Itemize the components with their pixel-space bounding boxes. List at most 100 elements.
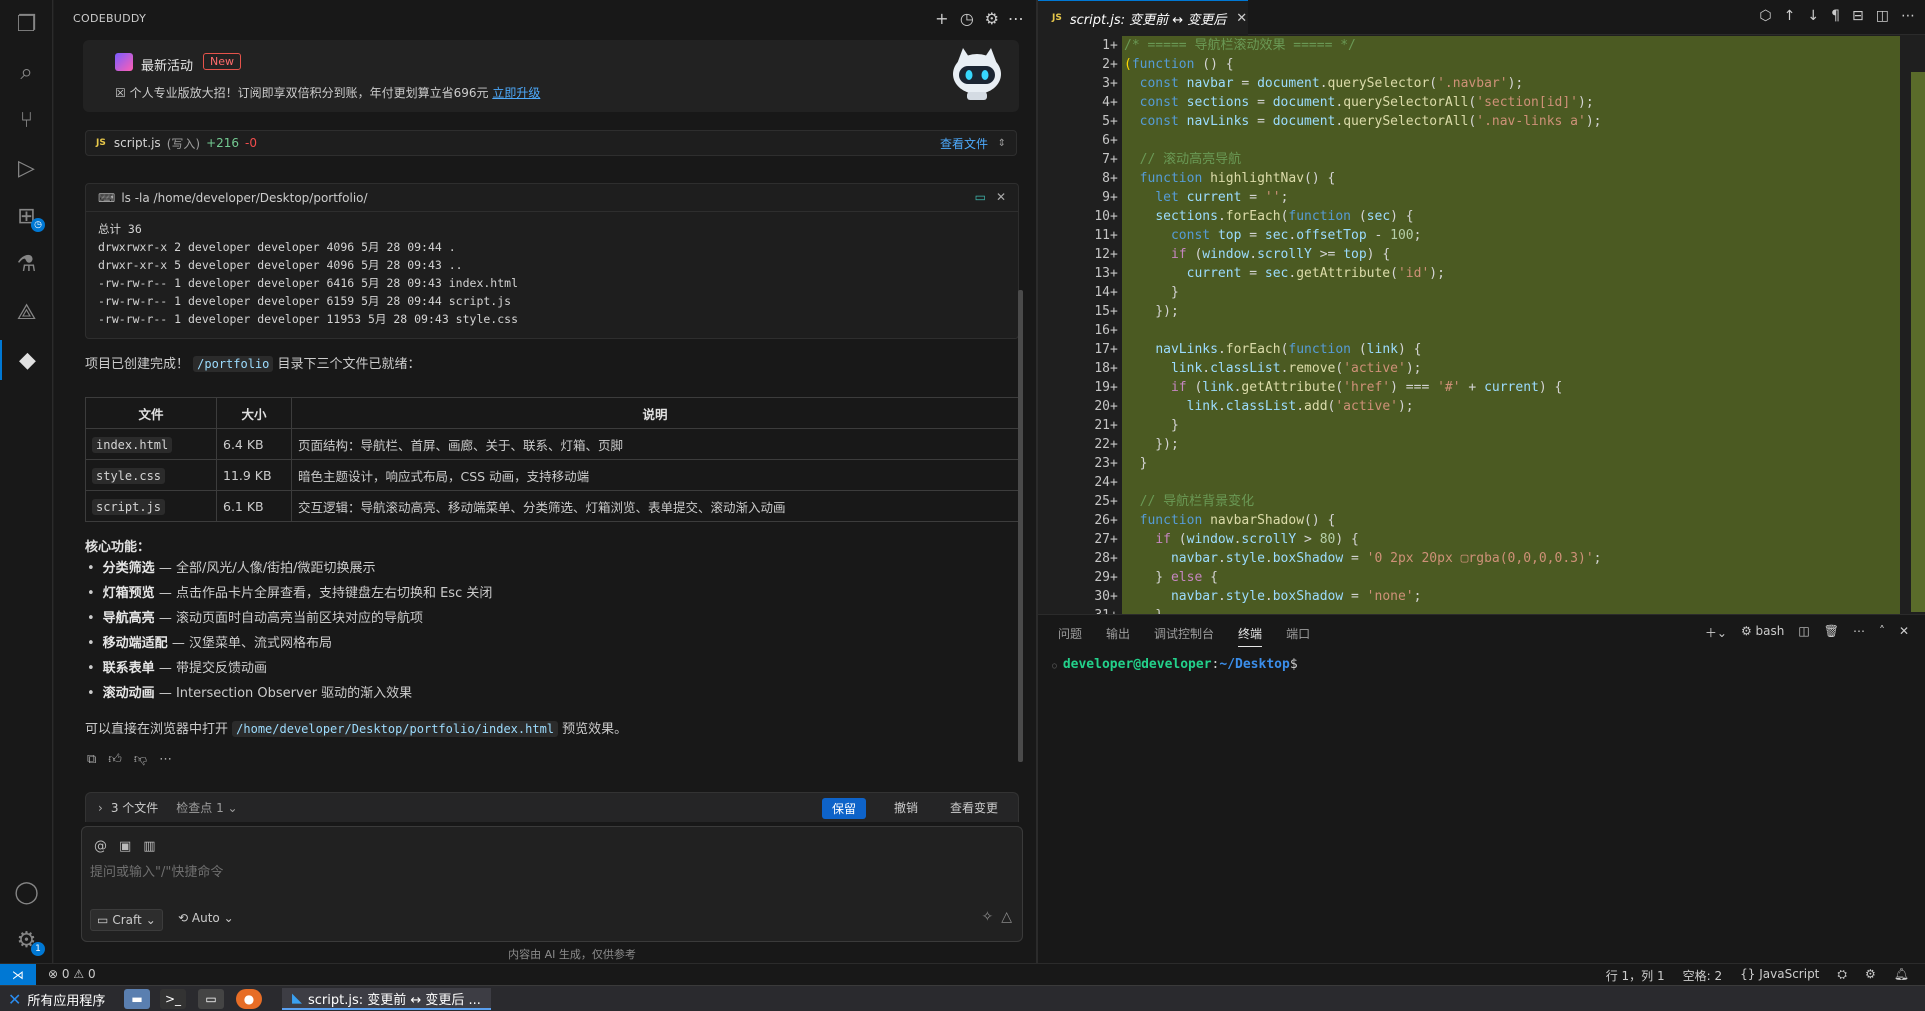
code-area[interactable]: 1+/* ===== 导航栏滚动效果 ===== */ 2+ (function … <box>1038 36 1925 614</box>
thumbs-down-icon[interactable]: 👎︎ <box>134 752 147 767</box>
trash-icon[interactable]: 🗑︎ <box>1824 624 1839 641</box>
history-icon[interactable]: ◷ <box>957 8 977 28</box>
language-mode[interactable]: {} JavaScript <box>1740 967 1819 984</box>
account-icon[interactable]: ◯ <box>0 872 53 912</box>
new-terminal-icon[interactable]: ＋⌄ <box>1705 624 1727 641</box>
terminal-line: 总计 36 <box>98 222 142 236</box>
maximize-panel-icon[interactable]: ˄ <box>1879 624 1885 641</box>
mode-selector[interactable]: ▭ Craft ⌄ <box>90 909 163 931</box>
send-icon[interactable]: △ <box>1001 909 1012 925</box>
message-text: 预览效果。 <box>562 722 628 737</box>
view-changes-button[interactable]: 查看变更 <box>950 799 998 816</box>
tab-debug-console[interactable]: 调试控制台 <box>1154 625 1214 647</box>
more-icon[interactable]: ⋯ <box>1853 624 1865 641</box>
checkpoint-dropdown[interactable]: 检查点 1 ⌄ <box>176 799 237 816</box>
list-item: 移动端适配 — 汉堡菜单、流式网格布局 <box>85 631 492 656</box>
run-debug-icon[interactable]: ▷ <box>0 148 53 188</box>
taskbar-window-vscode[interactable]: ◣ script.js: 变更前 ↔ 变更后 ... <box>282 988 491 1010</box>
notifications-icon[interactable]: 🔔︎ <box>1894 967 1909 984</box>
image-icon[interactable]: ▣ <box>119 839 131 854</box>
terminal-prompt[interactable]: ○ developer@developer:~/Desktop$ <box>1052 657 1298 672</box>
indentation[interactable]: 空格: 2 <box>1683 967 1723 984</box>
panel-header: CODEBUDDY + ◷ ⚙ ⋯ <box>54 0 1036 36</box>
assistant-message: 项目已创建完成！ /portfolio 目录下三个文件已就绪： <box>85 353 421 372</box>
arrow-down-icon[interactable]: ↓ <box>1807 8 1819 24</box>
terminal-shell-icon[interactable]: ⚙ bash <box>1741 624 1784 641</box>
tab-output[interactable]: 输出 <box>1106 625 1130 647</box>
changed-files-count[interactable]: 3 个文件 <box>111 799 158 816</box>
upgrade-link[interactable]: 立即升级 <box>492 86 540 100</box>
problems-indicator[interactable]: ⊗ 0 ⚠ 0 <box>48 967 96 981</box>
firefox-icon[interactable]: ● <box>236 989 262 1009</box>
file-manager-icon[interactable]: ▬ <box>124 989 150 1009</box>
tab-ports[interactable]: 端口 <box>1286 625 1310 647</box>
changes-bar: › 3 个文件 检查点 1 ⌄ 保留 撤销 查看变更 <box>85 792 1019 822</box>
extensions-icon[interactable]: ⊞ ◷ <box>0 196 53 236</box>
split-editor-icon[interactable]: ◫ <box>1876 8 1889 24</box>
settings-gear-icon[interactable]: ⚙ <box>982 8 1002 28</box>
terminal-output-block: ⌨ ls -la /home/developer/Desktop/portfol… <box>85 183 1019 339</box>
file-name-cell: style.css <box>92 467 166 484</box>
model-selector[interactable]: ⟲ Auto ⌄ <box>178 911 234 925</box>
terminal-line: -rw-rw-r-- 1 developer developer 6159 5月… <box>98 294 512 308</box>
chevron-right-icon[interactable]: › <box>98 801 103 815</box>
chat-input[interactable] <box>90 861 990 883</box>
more-icon[interactable]: ⋯ <box>1901 8 1915 24</box>
testing-icon[interactable]: ⚗ <box>0 244 53 284</box>
view-file-button[interactable]: 查看文件 <box>940 135 988 152</box>
remote-explorer-icon[interactable]: ⟁ <box>0 292 53 332</box>
mention-icon[interactable]: @ <box>94 839 107 854</box>
copilot-icon[interactable]: ⬡ <box>1759 8 1771 24</box>
copy-icon[interactable]: ⧉ <box>87 752 96 767</box>
terminal-line: drwxrwxr-x 2 developer developer 4096 5月… <box>98 240 456 254</box>
search-icon[interactable]: ⌕ <box>0 52 53 92</box>
scrollbar[interactable] <box>1018 290 1023 762</box>
close-panel-icon[interactable]: ✕ <box>1899 624 1909 641</box>
settings-status-icon[interactable]: ⚙ <box>1865 967 1876 984</box>
more-icon[interactable]: ⋯ <box>1006 8 1026 28</box>
enhance-icon[interactable]: ✧ <box>981 909 993 925</box>
split-terminal-icon[interactable]: ◫ <box>1798 624 1809 641</box>
table-header: 说明 <box>291 397 1019 429</box>
close-icon[interactable]: ✕ <box>1236 11 1247 26</box>
settings-icon[interactable]: ⚙ 1 <box>0 920 53 960</box>
folder-icon[interactable]: ▭ <box>198 989 224 1009</box>
tab-problems[interactable]: 问题 <box>1058 625 1082 647</box>
new-chat-icon[interactable]: + <box>932 8 952 28</box>
editor-scrollbar[interactable] <box>1911 72 1925 612</box>
start-menu[interactable]: ✕ 所有应用程序 <box>8 990 105 1009</box>
tab-script-diff[interactable]: JS script.js: 变更前 ↔ 变更后 ✕ <box>1038 0 1248 35</box>
codebuddy-logo-icon <box>115 53 133 71</box>
files-table: 文件 大小 说明 index.html 6.4 KB 页面结构：导航栏、首屏、画… <box>85 397 1019 522</box>
terminal-app-icon[interactable]: >_ <box>160 989 186 1009</box>
cursor-position[interactable]: 行 1，列 1 <box>1606 967 1665 984</box>
map-icon[interactable]: ⊟ <box>1852 8 1864 24</box>
lines-removed: -0 <box>245 136 257 150</box>
tab-label: script.js: 变更前 ↔ 变更后 <box>1069 12 1227 28</box>
table-row: script.js 6.1 KB 交互逻辑：导航滚动高亮、移动端菜单、分类筛选、… <box>85 490 1019 522</box>
code-lines: 1+/* ===== 导航栏滚动效果 ===== */ 2+ (function … <box>1094 38 1602 614</box>
source-control-icon[interactable]: ⑂ <box>0 100 53 140</box>
copilot-status-icon[interactable]: ⛭ <box>1837 967 1847 984</box>
open-terminal-icon[interactable]: ▭ <box>975 190 986 204</box>
tab-terminal[interactable]: 终端 <box>1238 625 1263 647</box>
desc-cell: 暗色主题设计，响应式布局，CSS 动画，支持移动端 <box>291 459 1019 491</box>
desc-cell: 页面结构：导航栏、首屏、画廊、关于、联系、灯箱、页脚 <box>291 428 1019 460</box>
input-tools: @ ▣ ▥ <box>94 839 156 854</box>
explorer-icon[interactable]: ❐ <box>0 4 53 44</box>
xfce-logo-icon: ✕ <box>8 990 22 1009</box>
arrow-up-icon[interactable]: ↑ <box>1784 8 1796 24</box>
chevron-updown-icon[interactable]: ⇕ <box>998 138 1006 149</box>
settings-badge: 1 <box>31 942 45 956</box>
thumbs-up-icon[interactable]: 👍︎ <box>108 752 122 767</box>
close-icon[interactable]: ✕ <box>996 190 1006 204</box>
more-icon[interactable]: ⋯ <box>159 752 172 767</box>
chevron-down-icon: ⌄ <box>145 913 156 927</box>
undo-button[interactable]: 撤销 <box>894 799 918 816</box>
codebuddy-icon[interactable]: ◆ <box>0 340 53 380</box>
pilcrow-icon[interactable]: ¶ <box>1831 8 1840 24</box>
remote-indicator-icon[interactable]: ⋊ <box>0 964 36 986</box>
book-icon[interactable]: ▥ <box>143 839 155 854</box>
keep-button[interactable]: 保留 <box>821 798 866 819</box>
file-change-chip[interactable]: JS script.js (写入) +216 -0 查看文件 ⇕ <box>85 130 1017 156</box>
